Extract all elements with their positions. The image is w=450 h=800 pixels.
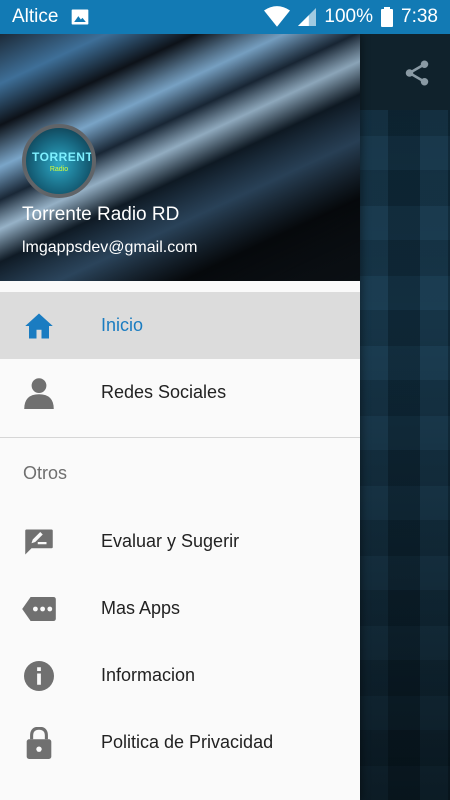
carrier-label: Altice bbox=[12, 6, 59, 27]
menu-item-redes-sociales[interactable]: Redes Sociales bbox=[0, 359, 360, 426]
rate-review-icon bbox=[22, 525, 56, 559]
battery-percent: 100% bbox=[324, 6, 374, 27]
menu-item-label: Evaluar y Sugerir bbox=[101, 531, 240, 551]
header-email: lmgappsdev@gmail.com bbox=[22, 239, 198, 256]
share-icon bbox=[405, 60, 429, 86]
avatar-logo-subtext: Radio bbox=[49, 166, 69, 173]
menu-item-evaluar[interactable]: Evaluar y Sugerir bbox=[0, 508, 360, 575]
home-icon bbox=[22, 309, 56, 343]
more-apps-icon bbox=[22, 592, 56, 626]
person-icon bbox=[22, 376, 56, 410]
menu-item-label: Inicio bbox=[101, 315, 144, 335]
clock: 7:38 bbox=[401, 6, 438, 27]
info-icon bbox=[22, 659, 56, 693]
share-button[interactable] bbox=[402, 58, 432, 88]
status-bar: Altice 100% 7:38 bbox=[0, 0, 450, 34]
header-app-name: Torrente Radio RD bbox=[22, 204, 180, 225]
battery-icon bbox=[381, 7, 394, 27]
menu-item-label: Politica de Privacidad bbox=[101, 732, 274, 752]
avatar[interactable]: TORRENTE Radio bbox=[22, 124, 96, 198]
menu-item-label: Informacion bbox=[101, 665, 196, 685]
menu-item-inicio[interactable]: Inicio bbox=[0, 292, 360, 359]
lock-icon bbox=[22, 726, 56, 760]
menu-item-mas-apps[interactable]: Mas Apps bbox=[0, 575, 360, 642]
wifi-icon bbox=[264, 6, 291, 27]
section-title-otros: Otros bbox=[23, 462, 68, 483]
menu-item-politica[interactable]: Politica de Privacidad bbox=[0, 709, 360, 776]
drawer-menu: Inicio Redes Sociales Otros Evaluar y Su… bbox=[0, 281, 360, 776]
image-notification-icon bbox=[72, 9, 89, 25]
navigation-drawer: TORRENTE Radio Torrente Radio RD lmgapps… bbox=[0, 34, 360, 800]
avatar-logo-text: TORRENTE bbox=[32, 150, 96, 164]
menu-item-informacion[interactable]: Informacion bbox=[0, 642, 360, 709]
menu-item-label: Mas Apps bbox=[101, 598, 181, 618]
drawer-header: TORRENTE Radio Torrente Radio RD lmgapps… bbox=[0, 34, 360, 281]
signal-icon bbox=[298, 8, 317, 26]
menu-item-label: Redes Sociales bbox=[101, 382, 227, 402]
